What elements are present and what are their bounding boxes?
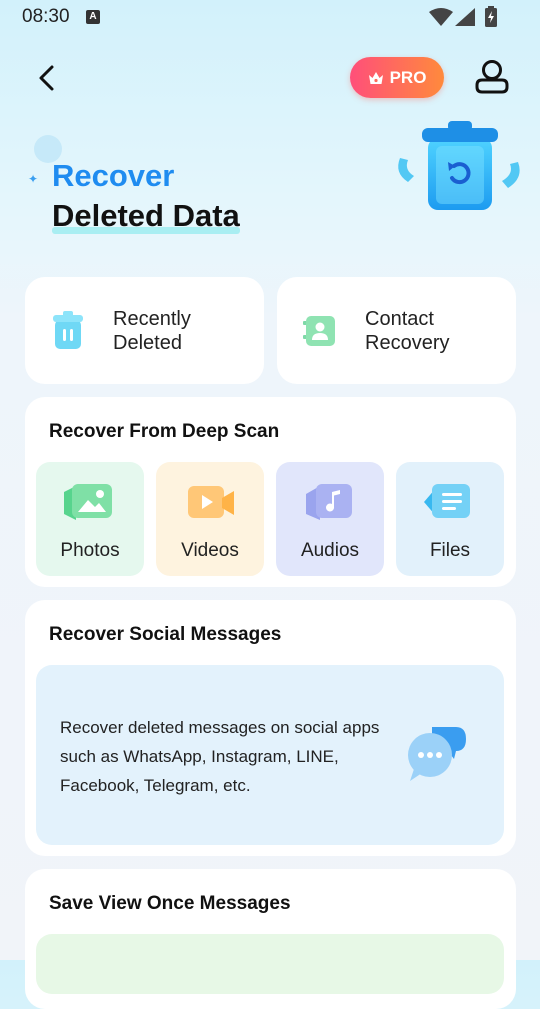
contact-recovery-card[interactable]: Contact Recovery (277, 277, 516, 384)
trash-bin-icon (53, 310, 83, 349)
back-arrow-icon[interactable] (30, 60, 66, 96)
user-profile-icon[interactable] (473, 58, 511, 96)
recently-deleted-card[interactable]: Recently Deleted (25, 277, 264, 384)
audios-tile[interactable]: Audios (276, 462, 384, 576)
hero-title: Recover Deleted Data (52, 156, 240, 236)
social-messages-description: Recover deleted messages on social apps … (60, 718, 380, 795)
social-messages-title: Recover Social Messages (49, 624, 282, 645)
music-note-icon (306, 484, 352, 520)
photos-tile[interactable]: Photos (36, 462, 144, 576)
view-once-panel[interactable] (36, 934, 504, 994)
deep-scan-title: Recover From Deep Scan (49, 421, 280, 442)
recently-deleted-label-1: Recently (113, 307, 191, 330)
chat-bubbles-icon (408, 727, 466, 781)
files-tile[interactable]: Files (396, 462, 504, 576)
audios-label: Audios (300, 540, 360, 561)
photo-icon (64, 484, 112, 520)
hero-title-line1: Recover (52, 158, 175, 193)
crown-icon (368, 71, 383, 84)
status-time: 08:30 (22, 6, 70, 27)
notification-a-icon: A (86, 10, 100, 24)
photos-label: Photos (60, 540, 120, 561)
recycle-bin-illustration (398, 121, 520, 210)
contact-recovery-label-1: Contact (365, 307, 434, 330)
contact-book-icon (303, 315, 335, 346)
pro-label: PRO (389, 67, 427, 87)
videos-label: Videos (181, 540, 239, 561)
files-label: Files (429, 540, 471, 561)
recently-deleted-label-2: Deleted (113, 331, 182, 354)
wifi-icon (429, 8, 453, 26)
videos-tile[interactable]: Videos (156, 462, 264, 576)
battery-charging-icon (485, 6, 497, 27)
contact-recovery-label-2: Recovery (365, 331, 450, 354)
view-once-title: Save View Once Messages (49, 893, 291, 914)
sparkle-icon: ✦ (28, 172, 39, 186)
pro-button[interactable]: PRO (350, 57, 444, 98)
social-messages-panel[interactable]: Recover deleted messages on social apps … (36, 665, 504, 845)
video-camera-icon (188, 486, 234, 518)
signal-icon (455, 8, 475, 26)
status-bar: 08:30 A (0, 0, 540, 34)
hero-title-line2: Deleted Data (52, 196, 240, 236)
file-icon (424, 484, 470, 518)
